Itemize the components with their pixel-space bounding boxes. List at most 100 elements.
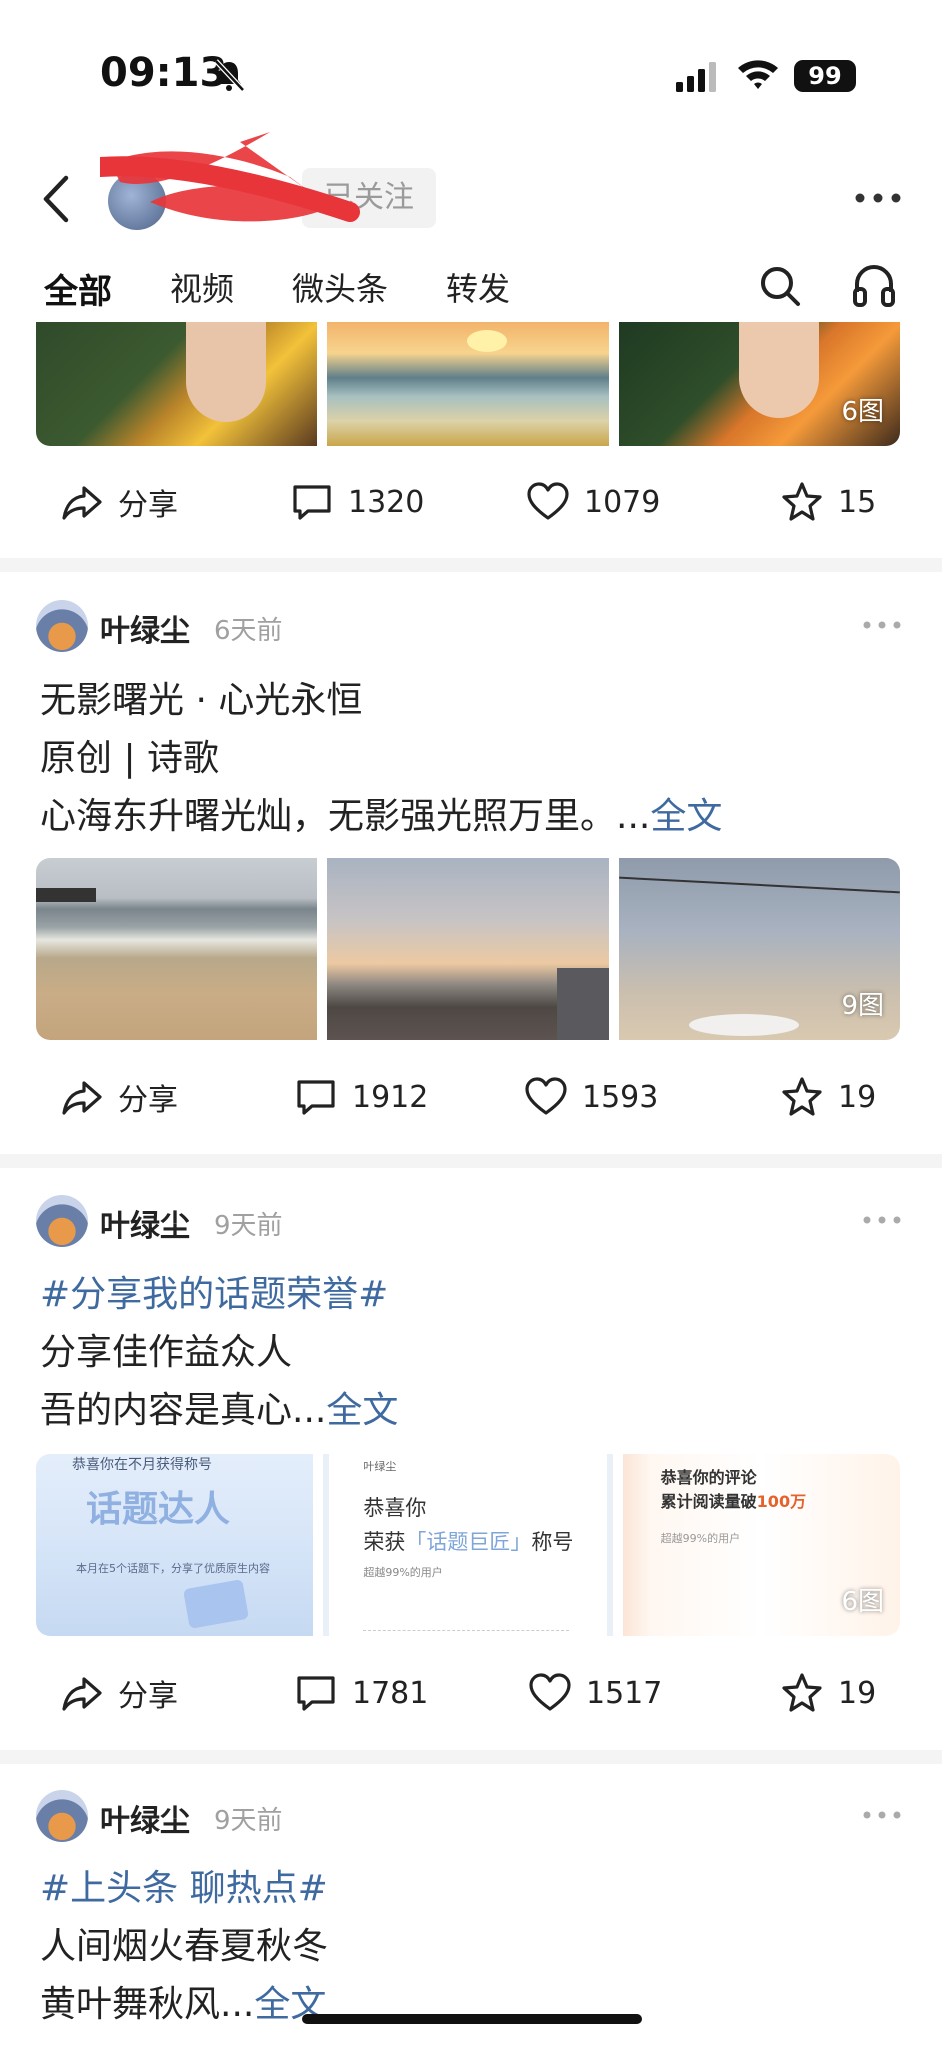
- favorite-count: 19: [838, 1079, 877, 1115]
- author-avatar[interactable]: [36, 600, 88, 652]
- like-button[interactable]: 1593: [524, 1067, 658, 1127]
- redaction-scribble: [100, 132, 360, 222]
- more-icon[interactable]: [862, 1215, 902, 1225]
- certificate-line: 恭喜你的评论: [660, 1468, 757, 1487]
- comment-count: 1912: [352, 1079, 429, 1115]
- certificate-note: 超越99%的用户: [363, 1566, 443, 1579]
- like-button[interactable]: 1079: [526, 472, 660, 532]
- comment-icon: [297, 1080, 335, 1115]
- author-name[interactable]: 叶绿尘: [100, 1201, 190, 1245]
- star-icon: [782, 1077, 822, 1116]
- certificate-text: 累计阅读量破: [660, 1492, 757, 1511]
- certificate-highlight: 「话题巨匠」: [405, 1530, 532, 1554]
- certificate-text: 称号: [531, 1530, 574, 1554]
- post-text-line: 人间烟火春夏秋冬: [40, 1926, 329, 1967]
- post-time: 6天前: [214, 616, 283, 646]
- favorite-button[interactable]: 19: [780, 1663, 876, 1723]
- favorite-count: 15: [838, 484, 877, 520]
- author-name[interactable]: 叶绿尘: [100, 606, 190, 650]
- share-icon: [62, 1081, 102, 1115]
- headphone-icon[interactable]: [852, 262, 896, 308]
- author-avatar[interactable]: [36, 1195, 88, 1247]
- like-count: 1079: [584, 484, 661, 520]
- like-count: 1593: [582, 1079, 659, 1115]
- certificate-text: 荣获: [363, 1530, 406, 1554]
- post2-actions: 分享 1781 1517 19: [0, 1663, 942, 1723]
- share-button[interactable]: 分享: [60, 1067, 178, 1127]
- favorite-button[interactable]: 15: [780, 472, 876, 532]
- content-tabs: 全部 视频 微头条 转发: [0, 258, 942, 318]
- tab-video[interactable]: 视频: [170, 264, 234, 310]
- battery-indicator: 99: [794, 60, 856, 92]
- certificate-highlight: 100万: [756, 1492, 807, 1511]
- image-count-badge: 6图: [841, 397, 884, 427]
- like-button[interactable]: 1517: [528, 1663, 662, 1723]
- heart-icon: [529, 1673, 571, 1711]
- certificate-note: 超越99%的用户: [660, 1532, 741, 1545]
- back-icon[interactable]: [38, 174, 74, 224]
- search-icon[interactable]: [758, 264, 802, 308]
- share-label: 分享: [118, 1083, 178, 1118]
- share-label: 分享: [118, 488, 178, 523]
- full-text-link[interactable]: 全文: [650, 796, 722, 837]
- image-count-badge: 6图: [841, 1587, 884, 1617]
- share-icon: [62, 1677, 102, 1711]
- hashtag-link[interactable]: #上头条 聊热点#: [40, 1860, 900, 1918]
- author-name[interactable]: 叶绿尘: [100, 1796, 190, 1840]
- share-button[interactable]: 分享: [60, 1663, 178, 1723]
- tab-micro-headlines[interactable]: 微头条: [292, 264, 388, 310]
- post-text-snippet: 黄叶舞秋风...: [40, 1984, 255, 2025]
- post-text-line: 原创 | 诗歌: [40, 738, 220, 779]
- post-text-snippet: 心海东升曙光灿，无影强光照万里。...: [40, 796, 651, 837]
- home-indicator[interactable]: [302, 2014, 642, 2024]
- post0-actions: 分享 1320 1079 15: [0, 472, 942, 532]
- post-text-line: 无影曙光 · 心光永恒: [40, 680, 363, 721]
- certificate-line: 恭喜你: [363, 1496, 427, 1520]
- signal-icon: [676, 62, 716, 92]
- certificate-line: 荣获「话题巨匠」称号: [363, 1526, 573, 1556]
- certificate-small: 叶绿尘: [363, 1460, 397, 1473]
- more-icon[interactable]: [862, 1810, 902, 1820]
- post0-image-1[interactable]: [36, 322, 318, 446]
- post-time: 9天前: [214, 1806, 283, 1836]
- post2-images[interactable]: 恭喜你在不月获得称号 话题达人 本月在5个话题下，分享了优质原生内容 叶绿尘 恭…: [36, 1454, 900, 1636]
- post2-image-1[interactable]: 恭喜你在不月获得称号 话题达人 本月在5个话题下，分享了优质原生内容: [36, 1454, 314, 1636]
- post2-header: 叶绿尘 9天前: [36, 1191, 906, 1251]
- certificate-badge: 话题达人: [86, 1489, 231, 1530]
- post1-text[interactable]: 无影曙光 · 心光永恒 原创 | 诗歌 心海东升曙光灿，无影强光照万里。...全…: [40, 672, 900, 846]
- post0-images[interactable]: 6图: [36, 322, 900, 446]
- certificate-line: 累计阅读量破100万: [661, 1488, 806, 1512]
- post-divider: [0, 1154, 942, 1168]
- post3-header: 叶绿尘 9天前: [36, 1786, 906, 1846]
- more-icon[interactable]: [854, 192, 902, 204]
- tab-repost[interactable]: 转发: [446, 264, 510, 310]
- favorite-button[interactable]: 19: [780, 1067, 876, 1127]
- post1-images[interactable]: 9图: [36, 858, 900, 1040]
- post1-header: 叶绿尘 6天前: [36, 596, 906, 656]
- wifi-icon: [738, 60, 778, 89]
- like-count: 1517: [586, 1675, 663, 1711]
- post0-image-3[interactable]: 6图: [618, 322, 900, 446]
- post0-image-2[interactable]: [327, 322, 609, 446]
- post1-image-3[interactable]: 9图: [618, 858, 900, 1040]
- comment-button[interactable]: 1320: [290, 472, 424, 532]
- share-button[interactable]: 分享: [60, 472, 178, 532]
- status-time: 09:13: [100, 50, 228, 96]
- comment-button[interactable]: 1912: [294, 1067, 428, 1127]
- author-avatar[interactable]: [36, 1790, 88, 1842]
- comment-icon: [293, 485, 331, 520]
- tab-all[interactable]: 全部: [44, 264, 112, 313]
- hashtag-link[interactable]: #分享我的话题荣誉#: [40, 1266, 900, 1324]
- post1-image-2[interactable]: [327, 858, 609, 1040]
- post2-image-3[interactable]: 恭喜你的评论 累计阅读量破100万 超越99%的用户 6图: [622, 1454, 900, 1636]
- post3-text[interactable]: #上头条 聊热点# 人间烟火春夏秋冬 黄叶舞秋风...全文: [40, 1860, 900, 2034]
- post1-image-1[interactable]: [36, 858, 318, 1040]
- comment-button[interactable]: 1781: [294, 1663, 428, 1723]
- more-icon[interactable]: [862, 620, 902, 630]
- share-label: 分享: [118, 1679, 178, 1714]
- post-time: 9天前: [214, 1211, 283, 1241]
- comment-icon: [297, 1676, 335, 1711]
- post2-image-2[interactable]: 叶绿尘 恭喜你 荣获「话题巨匠」称号 超越99%的用户: [323, 1454, 613, 1636]
- full-text-link[interactable]: 全文: [326, 1390, 398, 1431]
- post2-text[interactable]: #分享我的话题荣誉# 分享佳作益众人 吾的内容是真心...全文: [40, 1266, 900, 1440]
